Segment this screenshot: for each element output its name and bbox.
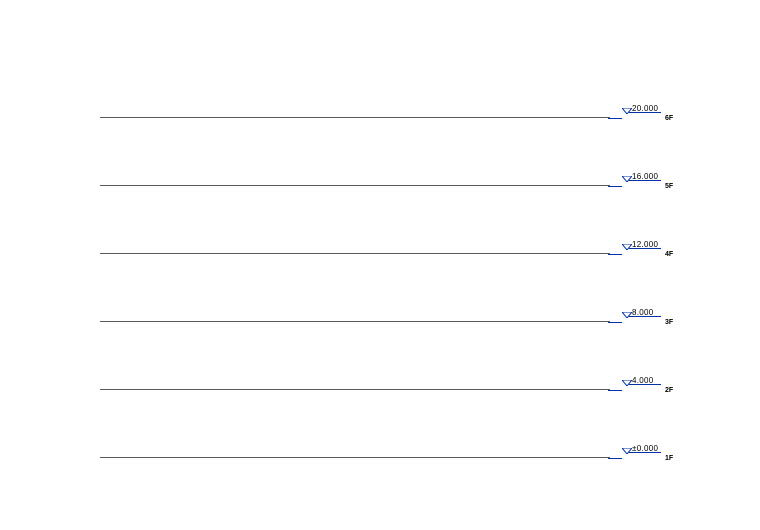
level-line: [100, 117, 610, 118]
marker-tail-line: [608, 118, 622, 119]
elevation-value: 16.000: [632, 172, 658, 181]
elevation-value: 4.000: [632, 376, 654, 385]
floor-label: 4F: [665, 251, 673, 258]
triangle-down-icon: [622, 373, 632, 391]
level-line: [100, 253, 610, 254]
elevation-marker: 8.000 3F: [608, 305, 748, 325]
triangle-down-icon: [622, 305, 632, 323]
elevation-canvas: 20.000 6F 16.000 5F 12.000 4F 8.000 3F 4.000 2F ±0…: [0, 0, 760, 530]
elevation-value: 8.000: [632, 308, 654, 317]
level-line: [100, 185, 610, 186]
elevation-value: ±0.000: [632, 444, 658, 453]
elevation-marker: 20.000 6F: [608, 101, 748, 121]
triangle-down-icon: [622, 169, 632, 187]
level-line: [100, 457, 610, 458]
triangle-down-icon: [622, 101, 632, 119]
marker-tail-line: [608, 254, 622, 255]
marker-tail-line: [608, 186, 622, 187]
floor-label: 1F: [665, 455, 673, 462]
floor-label: 2F: [665, 387, 673, 394]
floor-label: 5F: [665, 183, 673, 190]
marker-tail-line: [608, 322, 622, 323]
level-line: [100, 389, 610, 390]
floor-label: 3F: [665, 319, 673, 326]
triangle-down-icon: [622, 237, 632, 255]
elevation-marker: 4.000 2F: [608, 373, 748, 393]
level-line: [100, 321, 610, 322]
floor-label: 6F: [665, 115, 673, 122]
elevation-marker: ±0.000 1F: [608, 441, 748, 461]
triangle-down-icon: [622, 441, 632, 459]
elevation-marker: 16.000 5F: [608, 169, 748, 189]
elevation-value: 20.000: [632, 104, 658, 113]
elevation-marker: 12.000 4F: [608, 237, 748, 257]
marker-tail-line: [608, 458, 622, 459]
marker-tail-line: [608, 390, 622, 391]
elevation-value: 12.000: [632, 240, 658, 249]
